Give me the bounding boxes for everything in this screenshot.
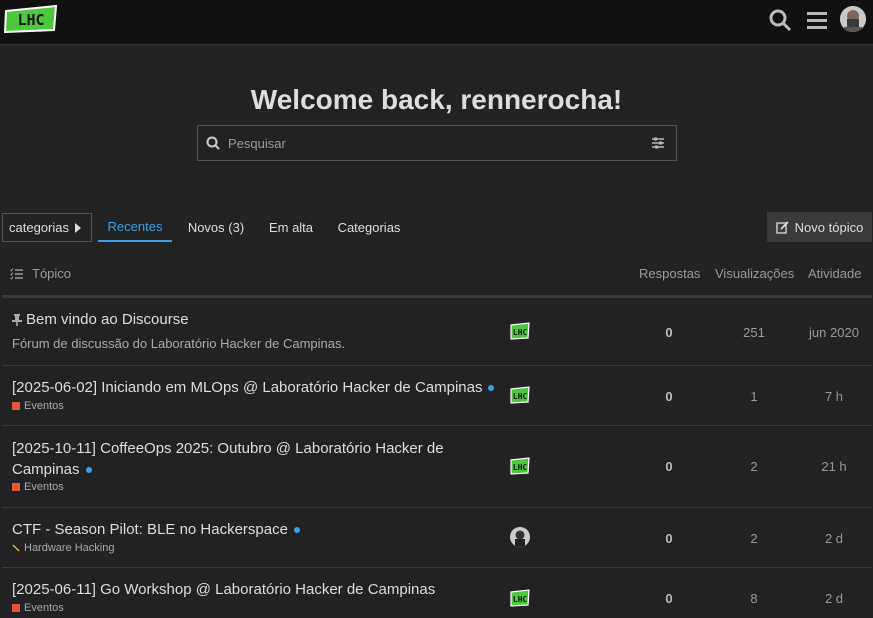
views-count: 8 bbox=[750, 591, 758, 606]
table-row: Bem vindo ao Discourse Fórum de discussã… bbox=[2, 298, 872, 366]
topic-title[interactable]: CTF - Season Pilot: BLE no Hackerspace bbox=[12, 519, 300, 540]
caret-right-icon bbox=[74, 222, 81, 233]
lhc-logo-icon[interactable]: LHC bbox=[4, 5, 58, 33]
search-options-icon[interactable] bbox=[640, 137, 676, 149]
tab-novos[interactable]: Novos (3) bbox=[180, 213, 252, 242]
site-header: LHC bbox=[0, 0, 873, 45]
activity-time[interactable]: 21 h bbox=[803, 459, 865, 474]
svg-text:LHC: LHC bbox=[17, 11, 44, 29]
topic-title-text: Bem vindo ao Discourse bbox=[26, 311, 189, 328]
topic-title[interactable]: [2025-06-11] Go Workshop @ Laboratório H… bbox=[12, 579, 435, 600]
category-name: Eventos bbox=[24, 400, 64, 412]
replies-count: 0 bbox=[665, 459, 673, 474]
search-icon[interactable] bbox=[767, 7, 793, 33]
tab-recentes[interactable]: Recentes bbox=[98, 213, 172, 242]
category-badge[interactable]: Eventos bbox=[12, 481, 64, 493]
search-bar[interactable] bbox=[197, 125, 677, 161]
calendar-icon bbox=[12, 483, 20, 491]
user-avatar-icon[interactable] bbox=[510, 527, 530, 547]
topic-column-header[interactable]: Tópico bbox=[10, 266, 71, 281]
svg-text:LHC: LHC bbox=[513, 595, 528, 604]
unread-indicator bbox=[488, 385, 495, 392]
activity-time[interactable]: jun 2020 bbox=[803, 325, 865, 340]
lhc-avatar-icon[interactable]: LHC bbox=[510, 385, 530, 405]
views-column-header[interactable]: Visualizações bbox=[715, 266, 794, 281]
topic-title[interactable]: [2025-10-11] CoffeeOps 2025: Outubro @ L… bbox=[12, 438, 444, 480]
activity-column-header[interactable]: Atividade bbox=[808, 266, 861, 281]
calendar-icon bbox=[12, 402, 20, 410]
svg-text:LHC: LHC bbox=[513, 392, 528, 401]
lhc-avatar-icon[interactable]: LHC bbox=[510, 321, 530, 341]
search-input[interactable] bbox=[228, 135, 640, 151]
category-name: Eventos bbox=[24, 481, 64, 493]
views-count: 1 bbox=[750, 389, 758, 404]
activity-time[interactable]: 2 d bbox=[803, 531, 865, 546]
unread-indicator bbox=[293, 527, 300, 534]
table-row: CTF - Season Pilot: BLE no Hackerspace H… bbox=[2, 508, 872, 568]
pin-icon bbox=[12, 314, 22, 327]
topic-title-text: [2025-06-02] Iniciando em MLOps @ Labora… bbox=[12, 379, 483, 396]
lhc-avatar-icon[interactable]: LHC bbox=[510, 456, 530, 476]
category-badge[interactable]: Hardware Hacking bbox=[12, 542, 114, 554]
replies-count: 0 bbox=[665, 531, 673, 546]
views-count: 2 bbox=[750, 531, 758, 546]
topic-title-line2: Campinas bbox=[12, 461, 80, 478]
svg-text:LHC: LHC bbox=[513, 328, 528, 337]
calendar-icon bbox=[12, 604, 20, 612]
new-topic-button[interactable]: Novo tópico bbox=[767, 212, 872, 242]
edit-icon bbox=[776, 220, 789, 234]
topic-title-text: CTF - Season Pilot: BLE no Hackerspace bbox=[12, 521, 288, 538]
table-row: [2025-10-11] CoffeeOps 2025: Outubro @ L… bbox=[2, 426, 872, 508]
views-count: 251 bbox=[743, 325, 765, 340]
table-row: [2025-06-02] Iniciando em MLOps @ Labora… bbox=[2, 366, 872, 426]
category-badge[interactable]: Eventos bbox=[12, 400, 64, 412]
categories-dropdown-label: categorias bbox=[9, 220, 69, 235]
list-check-icon bbox=[10, 267, 23, 280]
unread-indicator bbox=[85, 467, 92, 474]
replies-count: 0 bbox=[665, 325, 673, 340]
tab-categorias[interactable]: Categorias bbox=[330, 213, 408, 242]
views-count: 2 bbox=[750, 459, 758, 474]
topic-title[interactable]: Bem vindo ao Discourse bbox=[12, 309, 189, 330]
svg-text:LHC: LHC bbox=[513, 463, 528, 472]
wrench-icon bbox=[12, 544, 20, 552]
lhc-avatar-icon[interactable]: LHC bbox=[510, 588, 530, 608]
new-topic-label: Novo tópico bbox=[794, 219, 864, 235]
topic-header-label: Tópico bbox=[32, 266, 72, 281]
category-badge[interactable]: Eventos bbox=[12, 602, 64, 614]
topic-title-text: [2025-06-11] Go Workshop @ Laboratório H… bbox=[12, 581, 436, 598]
activity-time[interactable]: 2 d bbox=[803, 591, 865, 606]
topic-title-line1: [2025-10-11] CoffeeOps 2025: Outubro @ L… bbox=[12, 440, 444, 457]
categories-dropdown[interactable]: categorias bbox=[2, 213, 92, 242]
user-avatar-icon[interactable] bbox=[840, 6, 866, 32]
table-row: [2025-06-11] Go Workshop @ Laboratório H… bbox=[2, 568, 872, 618]
replies-column-header[interactable]: Respostas bbox=[639, 266, 700, 281]
topic-title[interactable]: [2025-06-02] Iniciando em MLOps @ Labora… bbox=[12, 377, 495, 398]
replies-count: 0 bbox=[665, 389, 673, 404]
topic-excerpt: Fórum de discussão do Laboratório Hacker… bbox=[12, 336, 346, 351]
category-name: Eventos bbox=[24, 602, 64, 614]
activity-time[interactable]: 7 h bbox=[803, 389, 865, 404]
category-name: Hardware Hacking bbox=[24, 542, 115, 554]
hamburger-menu-icon[interactable] bbox=[804, 7, 830, 33]
welcome-banner: Welcome back, rennerocha! bbox=[250, 84, 623, 115]
search-icon bbox=[198, 136, 228, 150]
tab-em-alta[interactable]: Em alta bbox=[262, 213, 320, 242]
replies-count: 0 bbox=[665, 591, 673, 606]
